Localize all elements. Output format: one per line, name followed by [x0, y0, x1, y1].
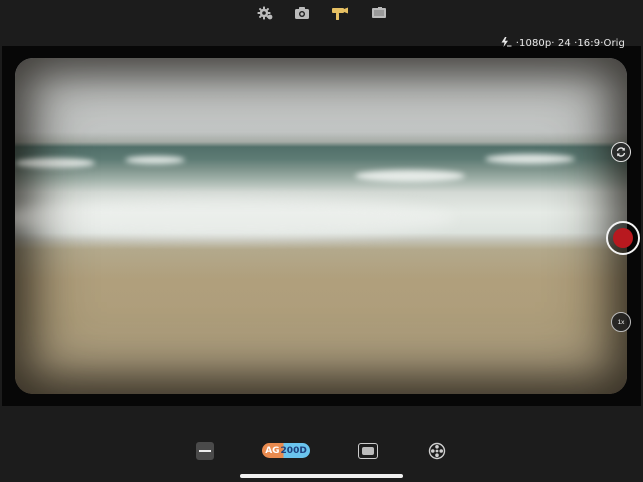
film-reel-button[interactable]: [428, 442, 446, 460]
video-camera-icon[interactable]: [330, 4, 350, 22]
settings-icon[interactable]: [255, 4, 275, 22]
recording-settings-status[interactable]: ·1080p· 24 ·16:9·Orig: [501, 37, 625, 49]
record-icon: [613, 228, 633, 248]
camera-flip-button[interactable]: [611, 142, 631, 162]
zoom-label: 1x: [617, 318, 625, 326]
zoom-button[interactable]: 1x: [611, 312, 631, 332]
top-toolbar: [0, 0, 643, 28]
film-roll-icon[interactable]: [369, 4, 389, 22]
exposure-icon: [199, 450, 211, 452]
record-button[interactable]: [606, 221, 640, 255]
film-reel-icon: [428, 442, 446, 460]
film-stock-name: 200D: [280, 445, 307, 456]
film-stock-brand: AG: [265, 445, 280, 456]
camera-flip-icon: [616, 147, 626, 157]
camera-icon[interactable]: [292, 4, 312, 22]
flash-auto-icon[interactable]: [501, 37, 515, 49]
home-indicator[interactable]: [240, 474, 403, 478]
frame-icon: [362, 447, 374, 455]
bottom-toolbar: [0, 436, 643, 466]
vignette: [15, 58, 627, 394]
status-text: ·1080p· 24 ·16:9·Orig: [515, 38, 625, 49]
camera-preview[interactable]: [15, 58, 627, 394]
exposure-button[interactable]: [196, 442, 214, 460]
film-stock-button[interactable]: AG 200D: [262, 443, 310, 458]
frame-button[interactable]: [358, 443, 378, 459]
